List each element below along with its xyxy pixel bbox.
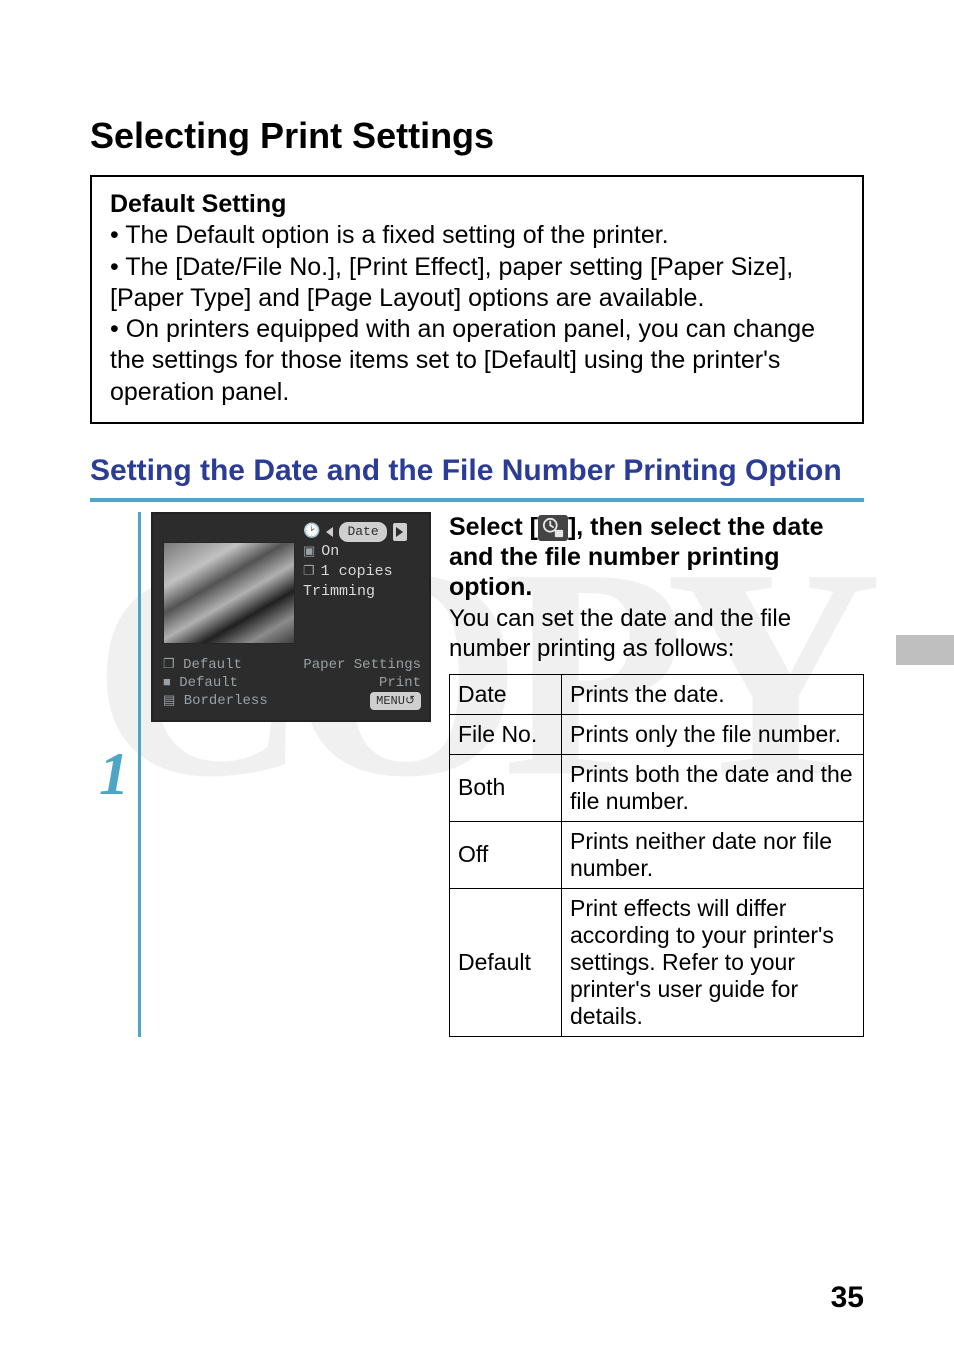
table-row: Both Prints both the date and the file n… <box>450 754 864 821</box>
opt-key: Both <box>450 754 562 821</box>
screenshot-thumbnail <box>163 542 295 644</box>
table-row: File No. Prints only the file number. <box>450 714 864 754</box>
opt-val: Prints the date. <box>562 674 864 714</box>
bottom-print: Print <box>379 674 421 692</box>
screenshot-bottom-menu: ❐ Default Paper Settings ■ Default Print… <box>163 656 421 710</box>
menu-on-label: On <box>321 542 339 562</box>
bottom-row-1: ❐ Default Paper Settings <box>163 656 421 674</box>
subsection-heading: Setting the Date and the File Number Pri… <box>90 454 864 488</box>
opt-key: File No. <box>450 714 562 754</box>
menu-row-date: 🕑 Date <box>303 522 421 542</box>
step-instruction: Select [ ], then select the date and the… <box>449 512 864 602</box>
copies-icon: ❐ <box>303 562 315 582</box>
bullet-item: On printers equipped with an operation p… <box>110 314 844 408</box>
default-setting-bullets: The Default option is a fixed setting of… <box>110 220 844 408</box>
step-description: You can set the date and the file number… <box>449 604 864 664</box>
triangle-right-box <box>393 523 407 541</box>
menu-row-copies: ❐ 1 copies <box>303 562 421 582</box>
table-row: Off Prints neither date nor file number. <box>450 821 864 888</box>
page: COPY Selecting Print Settings Default Se… <box>0 0 954 1345</box>
bottom-default-1: Default <box>183 657 242 673</box>
menu-date-pill: Date <box>339 522 386 542</box>
borderless-icon: ▤ <box>163 693 175 708</box>
screenshot-menu: 🕑 Date ▣ On ❐ 1 copies Trimming <box>303 522 421 602</box>
menu-row-trimming: Trimming <box>303 582 421 602</box>
menu-button: MENU ↺ <box>370 692 421 710</box>
default-setting-box: Default Setting The Default option is a … <box>90 175 864 424</box>
opt-val: Prints both the date and the file number… <box>562 754 864 821</box>
menu-copies-label: 1 copies <box>321 562 393 582</box>
bottom-row-2: ■ Default Print <box>163 674 421 692</box>
page-number: 35 <box>831 1281 864 1315</box>
bottom-default-2: Default <box>179 675 238 691</box>
options-table: Date Prints the date. File No. Prints on… <box>449 674 864 1037</box>
step-instr-pre: Select [ <box>449 513 538 541</box>
table-row: Date Prints the date. <box>450 674 864 714</box>
table-row: Default Print effects will differ accord… <box>450 888 864 1036</box>
bottom-borderless: Borderless <box>184 693 268 709</box>
step-rule <box>90 498 864 502</box>
step-number: 1 <box>90 512 141 1037</box>
bottom-row-3: ▤ Borderless MENU ↺ <box>163 692 421 710</box>
printeffect-icon: ▣ <box>303 542 315 562</box>
step-right-column: Select [ ], then select the date and the… <box>449 512 864 1037</box>
clock-icon: 🕑 <box>303 522 320 542</box>
paper-icon: ❐ <box>163 657 175 672</box>
page-content: Selecting Print Settings Default Setting… <box>90 115 864 1037</box>
edge-tab <box>896 635 954 665</box>
bullet-item: The [Date/File No.], [Print Effect], pap… <box>110 252 844 315</box>
step-row: 1 🕑 Date ▣ On ❐ <box>90 512 864 1037</box>
triangle-left-icon <box>326 527 333 537</box>
bullet-item: The Default option is a fixed setting of… <box>110 220 844 251</box>
opt-key: Date <box>450 674 562 714</box>
triangle-right-icon <box>396 527 403 537</box>
page-title: Selecting Print Settings <box>90 115 864 157</box>
menu-trimming-label: Trimming <box>303 582 375 602</box>
layout-icon: ■ <box>163 675 171 690</box>
opt-val: Prints only the file number. <box>562 714 864 754</box>
opt-key: Default <box>450 888 562 1036</box>
menu-row-on: ▣ On <box>303 542 421 562</box>
date-file-icon <box>538 515 568 541</box>
opt-key: Off <box>450 821 562 888</box>
camera-screenshot: 🕑 Date ▣ On ❐ 1 copies Trimming <box>151 512 431 722</box>
bottom-paper-settings: Paper Settings <box>303 656 421 674</box>
opt-val: Print effects will differ according to y… <box>562 888 864 1036</box>
default-setting-heading: Default Setting <box>110 189 844 220</box>
opt-val: Prints neither date nor file number. <box>562 821 864 888</box>
